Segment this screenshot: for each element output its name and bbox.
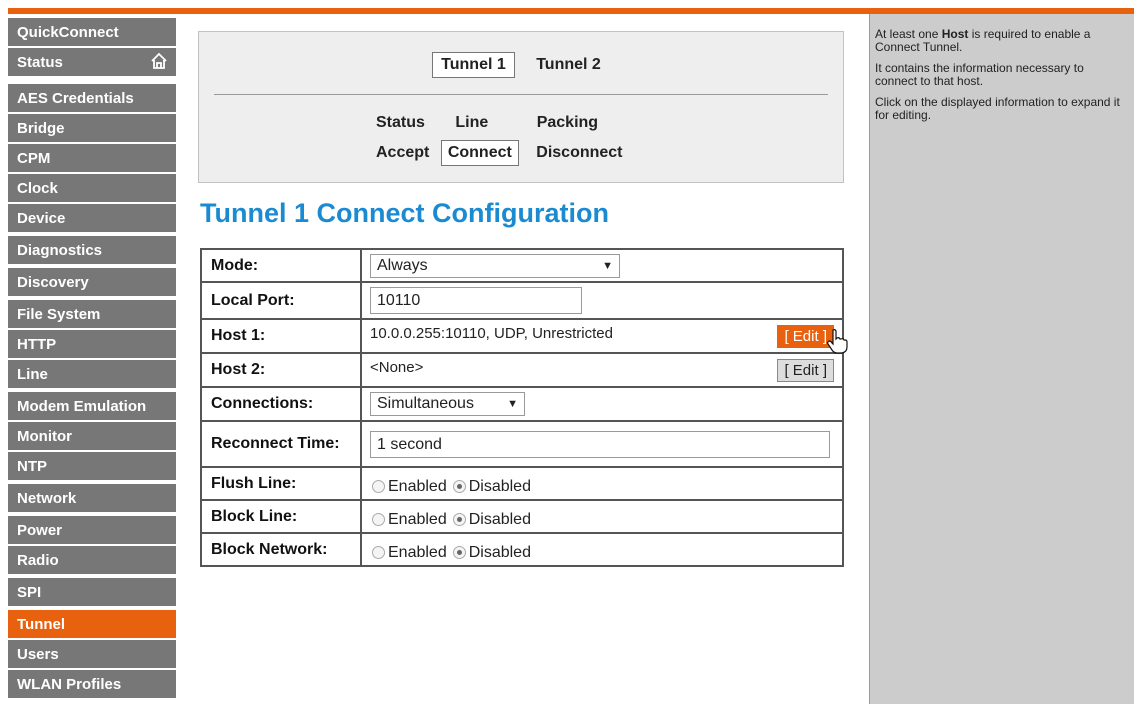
hand-cursor-icon xyxy=(827,329,848,354)
subtab-disconnect[interactable]: Disconnect xyxy=(529,140,629,166)
sidebar-item-radio[interactable]: Radio xyxy=(8,546,176,575)
block-line-enabled-radio[interactable] xyxy=(372,513,385,526)
subtab-line[interactable]: Line xyxy=(448,110,495,136)
connect-config-table: Mode: Always ▼ Local Port: 10110 Host 1:… xyxy=(200,248,848,567)
subtab-accept[interactable]: Accept xyxy=(369,140,436,166)
block-network-enabled-radio[interactable] xyxy=(372,546,385,559)
block-line-label: Block Line: xyxy=(202,501,360,532)
block-network-disabled-label: Disabled xyxy=(468,543,531,561)
sidebar-nav: QuickConnect Status AES Credentials Brid… xyxy=(8,14,176,704)
sidebar-item-status[interactable]: Status xyxy=(8,48,176,77)
dropdown-arrow-icon: ▼ xyxy=(602,259,613,272)
help-text-3: Click on the displayed information to ex… xyxy=(875,95,1120,122)
reconnect-time-label: Reconnect Time: xyxy=(202,422,360,466)
help-text: At least one xyxy=(875,27,942,41)
top-accent-bar xyxy=(0,0,1134,14)
block-network-enabled-label: Enabled xyxy=(388,543,447,561)
flush-line-enabled-radio[interactable] xyxy=(372,480,385,493)
sidebar-item-modem-emulation[interactable]: Modem Emulation xyxy=(8,392,176,421)
subtab-grid: Status Line Packing Accept Connect Disco… xyxy=(369,110,689,170)
sidebar-item-file-system[interactable]: File System xyxy=(8,300,176,329)
sidebar-item-label: Status xyxy=(17,54,63,71)
connections-label: Connections: xyxy=(202,388,360,420)
table-row: Block Network: Enabled Disabled xyxy=(202,534,842,565)
host1-label: Host 1: xyxy=(202,320,360,352)
host2-info[interactable]: <None> xyxy=(370,359,423,376)
connections-select[interactable]: Simultaneous ▼ xyxy=(370,392,525,416)
sidebar-item-spi[interactable]: SPI xyxy=(8,578,176,607)
flush-line-label: Flush Line: xyxy=(202,468,360,499)
sidebar-item-aes-credentials[interactable]: AES Credentials xyxy=(8,84,176,113)
sidebar-item-clock[interactable]: Clock xyxy=(8,174,176,203)
connections-value: Simultaneous xyxy=(377,395,474,412)
sidebar-item-http[interactable]: HTTP xyxy=(8,330,176,359)
help-panel: At least one Host is required to enable … xyxy=(869,14,1134,704)
block-line-enabled-label: Enabled xyxy=(388,510,447,528)
table-row: Reconnect Time: 1 second xyxy=(202,422,842,466)
flush-line-disabled-radio[interactable] xyxy=(452,480,466,493)
sidebar-item-wlan-profiles[interactable]: WLAN Profiles xyxy=(8,670,176,699)
tab-tunnel-1[interactable]: Tunnel 1 xyxy=(432,52,515,78)
subtab-packing[interactable]: Packing xyxy=(530,110,605,136)
table-row: Connections: Simultaneous ▼ xyxy=(202,388,842,420)
subtab-status[interactable]: Status xyxy=(369,110,432,136)
sidebar-item-quickconnect[interactable]: QuickConnect xyxy=(8,18,176,47)
table-row: Mode: Always ▼ xyxy=(202,250,842,281)
table-row: Host 1: 10.0.0.255:10110, UDP, Unrestric… xyxy=(202,320,848,354)
host2-label: Host 2: xyxy=(202,354,360,386)
dropdown-arrow-icon: ▼ xyxy=(507,398,518,410)
sidebar-item-device[interactable]: Device xyxy=(8,204,176,233)
help-text-bold: Host xyxy=(941,27,969,41)
host2-edit-button[interactable]: [ Edit ] xyxy=(777,359,834,382)
block-network-label: Block Network: xyxy=(202,534,360,565)
sidebar-item-diagnostics[interactable]: Diagnostics xyxy=(8,236,176,265)
mode-label: Mode: xyxy=(202,250,360,281)
sidebar-item-users[interactable]: Users xyxy=(8,640,176,669)
table-row: Host 2: <None> [ Edit ] xyxy=(202,354,842,386)
sidebar-item-discovery[interactable]: Discovery xyxy=(8,268,176,297)
table-row: Local Port: 10110 xyxy=(202,283,842,318)
block-network-disabled-radio[interactable] xyxy=(452,546,466,559)
subtab-connect[interactable]: Connect xyxy=(440,140,519,166)
sidebar-item-line[interactable]: Line xyxy=(8,360,176,389)
host1-info[interactable]: 10.0.0.255:10110, UDP, Unrestricted xyxy=(370,325,613,342)
block-line-disabled-radio[interactable] xyxy=(452,513,466,526)
local-port-input[interactable]: 10110 xyxy=(370,287,582,314)
sidebar-item-power[interactable]: Power xyxy=(8,516,176,545)
sidebar-item-monitor[interactable]: Monitor xyxy=(8,422,176,451)
sidebar-item-ntp[interactable]: NTP xyxy=(8,452,176,481)
page-title: Tunnel 1 Connect Configuration xyxy=(200,198,609,228)
block-line-disabled-label: Disabled xyxy=(468,510,531,528)
table-row: Flush Line: Enabled Disabled xyxy=(202,468,842,499)
mode-select[interactable]: Always ▼ xyxy=(370,253,620,278)
help-text-1: At least one Host is required to enable … xyxy=(875,28,1128,54)
flush-line-disabled-label: Disabled xyxy=(468,477,531,495)
tunnel-tab-row: Tunnel 1 Tunnel 2 xyxy=(199,52,843,78)
home-icon[interactable] xyxy=(150,52,168,70)
sidebar-item-tunnel[interactable]: Tunnel xyxy=(8,610,176,639)
tab-divider xyxy=(214,94,828,95)
reconnect-time-input[interactable]: 1 second xyxy=(370,430,830,458)
tunnel-tabs-box: Tunnel 1 Tunnel 2 Status Line Packing Ac… xyxy=(198,31,844,183)
local-port-label: Local Port: xyxy=(202,283,360,318)
table-row: Block Line: Enabled Disabled xyxy=(202,501,842,532)
sidebar-item-bridge[interactable]: Bridge xyxy=(8,114,176,143)
flush-line-enabled-label: Enabled xyxy=(388,477,447,495)
tab-tunnel-2[interactable]: Tunnel 2 xyxy=(527,52,610,78)
help-text-2: It contains the information necessary to… xyxy=(875,61,1084,88)
sidebar-item-network[interactable]: Network xyxy=(8,484,176,513)
mode-value: Always xyxy=(377,256,428,274)
sidebar-item-cpm[interactable]: CPM xyxy=(8,144,176,173)
